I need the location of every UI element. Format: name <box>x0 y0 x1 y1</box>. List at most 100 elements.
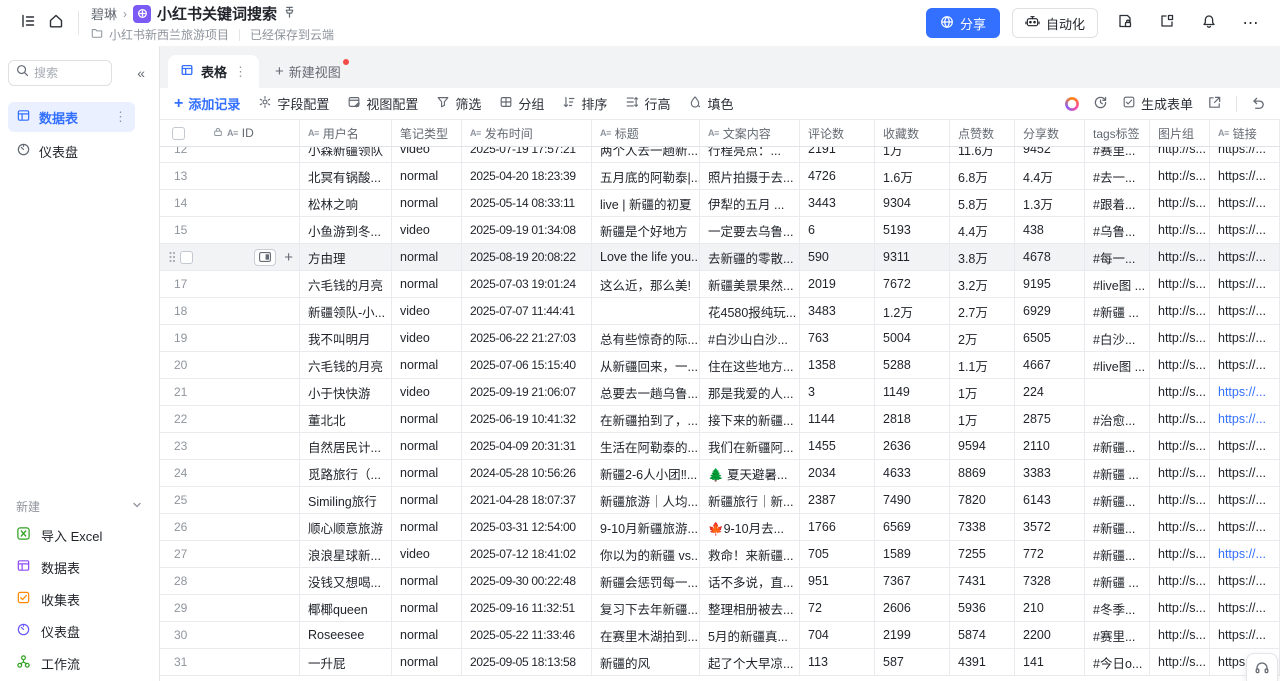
cell-favs[interactable]: 2636 <box>875 433 950 459</box>
cell-likes[interactable]: 4391 <box>950 649 1015 675</box>
cell-likes[interactable]: 1.1万 <box>950 352 1015 378</box>
row-gutter-cell[interactable]: 14 <box>160 190 300 216</box>
cell-shares[interactable]: 4667 <box>1015 352 1085 378</box>
cell-content[interactable]: 接下来的新疆... <box>700 406 800 432</box>
cell-user[interactable]: Similing旅行 <box>300 487 392 513</box>
sidebar-item-datatable[interactable]: 数据表 ⋮ <box>8 102 135 132</box>
row-gutter-cell[interactable]: 25 <box>160 487 300 513</box>
cell-favs[interactable]: 1万 <box>875 147 950 162</box>
cell-title[interactable] <box>592 298 700 324</box>
cell-title[interactable]: 总要去一趟乌鲁... <box>592 379 700 405</box>
cell-user[interactable]: 觅路旅行（... <box>300 460 392 486</box>
sidebar-item-new-workflow[interactable]: 工作流 <box>8 647 151 679</box>
project-name[interactable]: 小红书新西兰旅游项目 <box>109 26 229 43</box>
cell-time[interactable]: 2025-07-06 15:15:40 <box>462 352 592 378</box>
cell-link[interactable]: https://... <box>1210 541 1280 567</box>
header-cell-time[interactable]: A≡发布时间 <box>462 120 592 146</box>
cell-user[interactable]: 我不叫明月 <box>300 325 392 351</box>
cell-time[interactable]: 2025-06-19 10:41:32 <box>462 406 592 432</box>
cell-shares[interactable]: 4678 <box>1015 244 1085 270</box>
cell-link[interactable]: https://... <box>1210 514 1280 540</box>
header-cell-images[interactable]: 图片组 <box>1150 120 1210 146</box>
cell-content[interactable]: 住在这些地方... <box>700 352 800 378</box>
cell-images[interactable]: http://s... <box>1150 352 1210 378</box>
cell-favs[interactable]: 2199 <box>875 622 950 648</box>
cell-tags[interactable]: #新疆... <box>1085 433 1150 459</box>
cell-user[interactable]: 浪浪星球新... <box>300 541 392 567</box>
row-gutter-cell[interactable]: 17 <box>160 271 300 297</box>
cell-time[interactable]: 2025-09-16 11:32:51 <box>462 595 592 621</box>
cell-likes[interactable]: 5936 <box>950 595 1015 621</box>
cell-comments[interactable]: 1358 <box>800 352 875 378</box>
cell-title[interactable]: 五月底的阿勒泰|... <box>592 163 700 189</box>
group-button[interactable]: 分组 <box>499 94 544 113</box>
cell-shares[interactable]: 3572 <box>1015 514 1085 540</box>
header-cell-favs[interactable]: 收藏数 <box>875 120 950 146</box>
cell-images[interactable]: http://s... <box>1150 147 1210 162</box>
cell-type[interactable]: normal <box>392 163 462 189</box>
cell-favs[interactable]: 5004 <box>875 325 950 351</box>
undo-icon[interactable] <box>1251 95 1266 113</box>
cell-favs[interactable]: 5288 <box>875 352 950 378</box>
cell-user[interactable]: 小于快快游 <box>300 379 392 405</box>
cell-title[interactable]: 新疆会惩罚每一... <box>592 568 700 594</box>
sidebar-item-new-datatable[interactable]: 数据表 <box>8 551 151 583</box>
cell-shares[interactable]: 210 <box>1015 595 1085 621</box>
cell-comments[interactable]: 6 <box>800 217 875 243</box>
row-gutter-cell[interactable]: 24 <box>160 460 300 486</box>
row-gutter-cell[interactable]: 18 <box>160 298 300 324</box>
cell-time[interactable]: 2025-03-31 12:54:00 <box>462 514 592 540</box>
header-cell-link[interactable]: A≡链接 <box>1210 120 1280 146</box>
cell-shares[interactable]: 2110 <box>1015 433 1085 459</box>
doc-permission-button[interactable] <box>1110 8 1140 38</box>
cell-user[interactable]: 没钱又想喝... <box>300 568 392 594</box>
cell-tags[interactable]: #白沙... <box>1085 325 1150 351</box>
header-cell-likes[interactable]: 点赞数 <box>950 120 1015 146</box>
cell-likes[interactable]: 5.8万 <box>950 190 1015 216</box>
cell-tags[interactable]: #新疆... <box>1085 541 1150 567</box>
cell-time[interactable]: 2021-04-28 18:07:37 <box>462 487 592 513</box>
cell-link[interactable]: https://... <box>1210 460 1280 486</box>
cell-time[interactable]: 2025-05-22 11:33:46 <box>462 622 592 648</box>
cell-content[interactable]: 照片拍摄于去... <box>700 163 800 189</box>
new-view-button[interactable]: + 新建视图 <box>259 55 357 88</box>
cell-favs[interactable]: 2606 <box>875 595 950 621</box>
cell-link[interactable]: https://... <box>1210 244 1280 270</box>
row-gutter-cell[interactable]: 23 <box>160 433 300 459</box>
cell-user[interactable]: Roseesee <box>300 622 392 648</box>
cell-likes[interactable]: 1万 <box>950 379 1015 405</box>
cell-likes[interactable]: 4.4万 <box>950 217 1015 243</box>
cell-likes[interactable]: 3.2万 <box>950 271 1015 297</box>
cell-tags[interactable] <box>1085 379 1150 405</box>
cell-time[interactable]: 2025-07-12 18:41:02 <box>462 541 592 567</box>
cell-content[interactable]: 去新疆的零散... <box>700 244 800 270</box>
cell-title[interactable]: 新疆的风 <box>592 649 700 675</box>
cell-time[interactable]: 2025-07-19 17:57:21 <box>462 147 592 162</box>
tab-grid-view[interactable]: 表格 ⋮ <box>168 55 259 88</box>
cell-comments[interactable]: 4726 <box>800 163 875 189</box>
cell-favs[interactable]: 1149 <box>875 379 950 405</box>
cell-user[interactable]: 北冥有锅酸... <box>300 163 392 189</box>
cell-link[interactable]: https://... <box>1210 271 1280 297</box>
cell-type[interactable]: video <box>392 325 462 351</box>
cell-images[interactable]: http://s... <box>1150 433 1210 459</box>
cell-comments[interactable]: 72 <box>800 595 875 621</box>
cell-images[interactable]: http://s... <box>1150 298 1210 324</box>
cell-images[interactable]: http://s... <box>1150 379 1210 405</box>
cell-comments[interactable]: 705 <box>800 541 875 567</box>
cell-link[interactable]: https://... <box>1210 325 1280 351</box>
cell-type[interactable]: normal <box>392 433 462 459</box>
cell-shares[interactable]: 4.4万 <box>1015 163 1085 189</box>
cell-likes[interactable]: 6.8万 <box>950 163 1015 189</box>
tab-more-icon[interactable]: ⋮ <box>234 64 247 80</box>
cell-shares[interactable]: 9195 <box>1015 271 1085 297</box>
cell-link[interactable]: https://... <box>1210 190 1280 216</box>
cell-favs[interactable]: 1589 <box>875 541 950 567</box>
cell-content[interactable]: 伊犁的五月 ... <box>700 190 800 216</box>
help-floating-button[interactable] <box>1246 653 1278 681</box>
more-button[interactable]: ⋯ <box>1236 8 1266 38</box>
cell-shares[interactable]: 1.3万 <box>1015 190 1085 216</box>
cell-comments[interactable]: 2034 <box>800 460 875 486</box>
new-section-header[interactable]: 新建 <box>8 493 151 519</box>
sidebar-item-new-dashboard[interactable]: 仪表盘 <box>8 615 151 647</box>
